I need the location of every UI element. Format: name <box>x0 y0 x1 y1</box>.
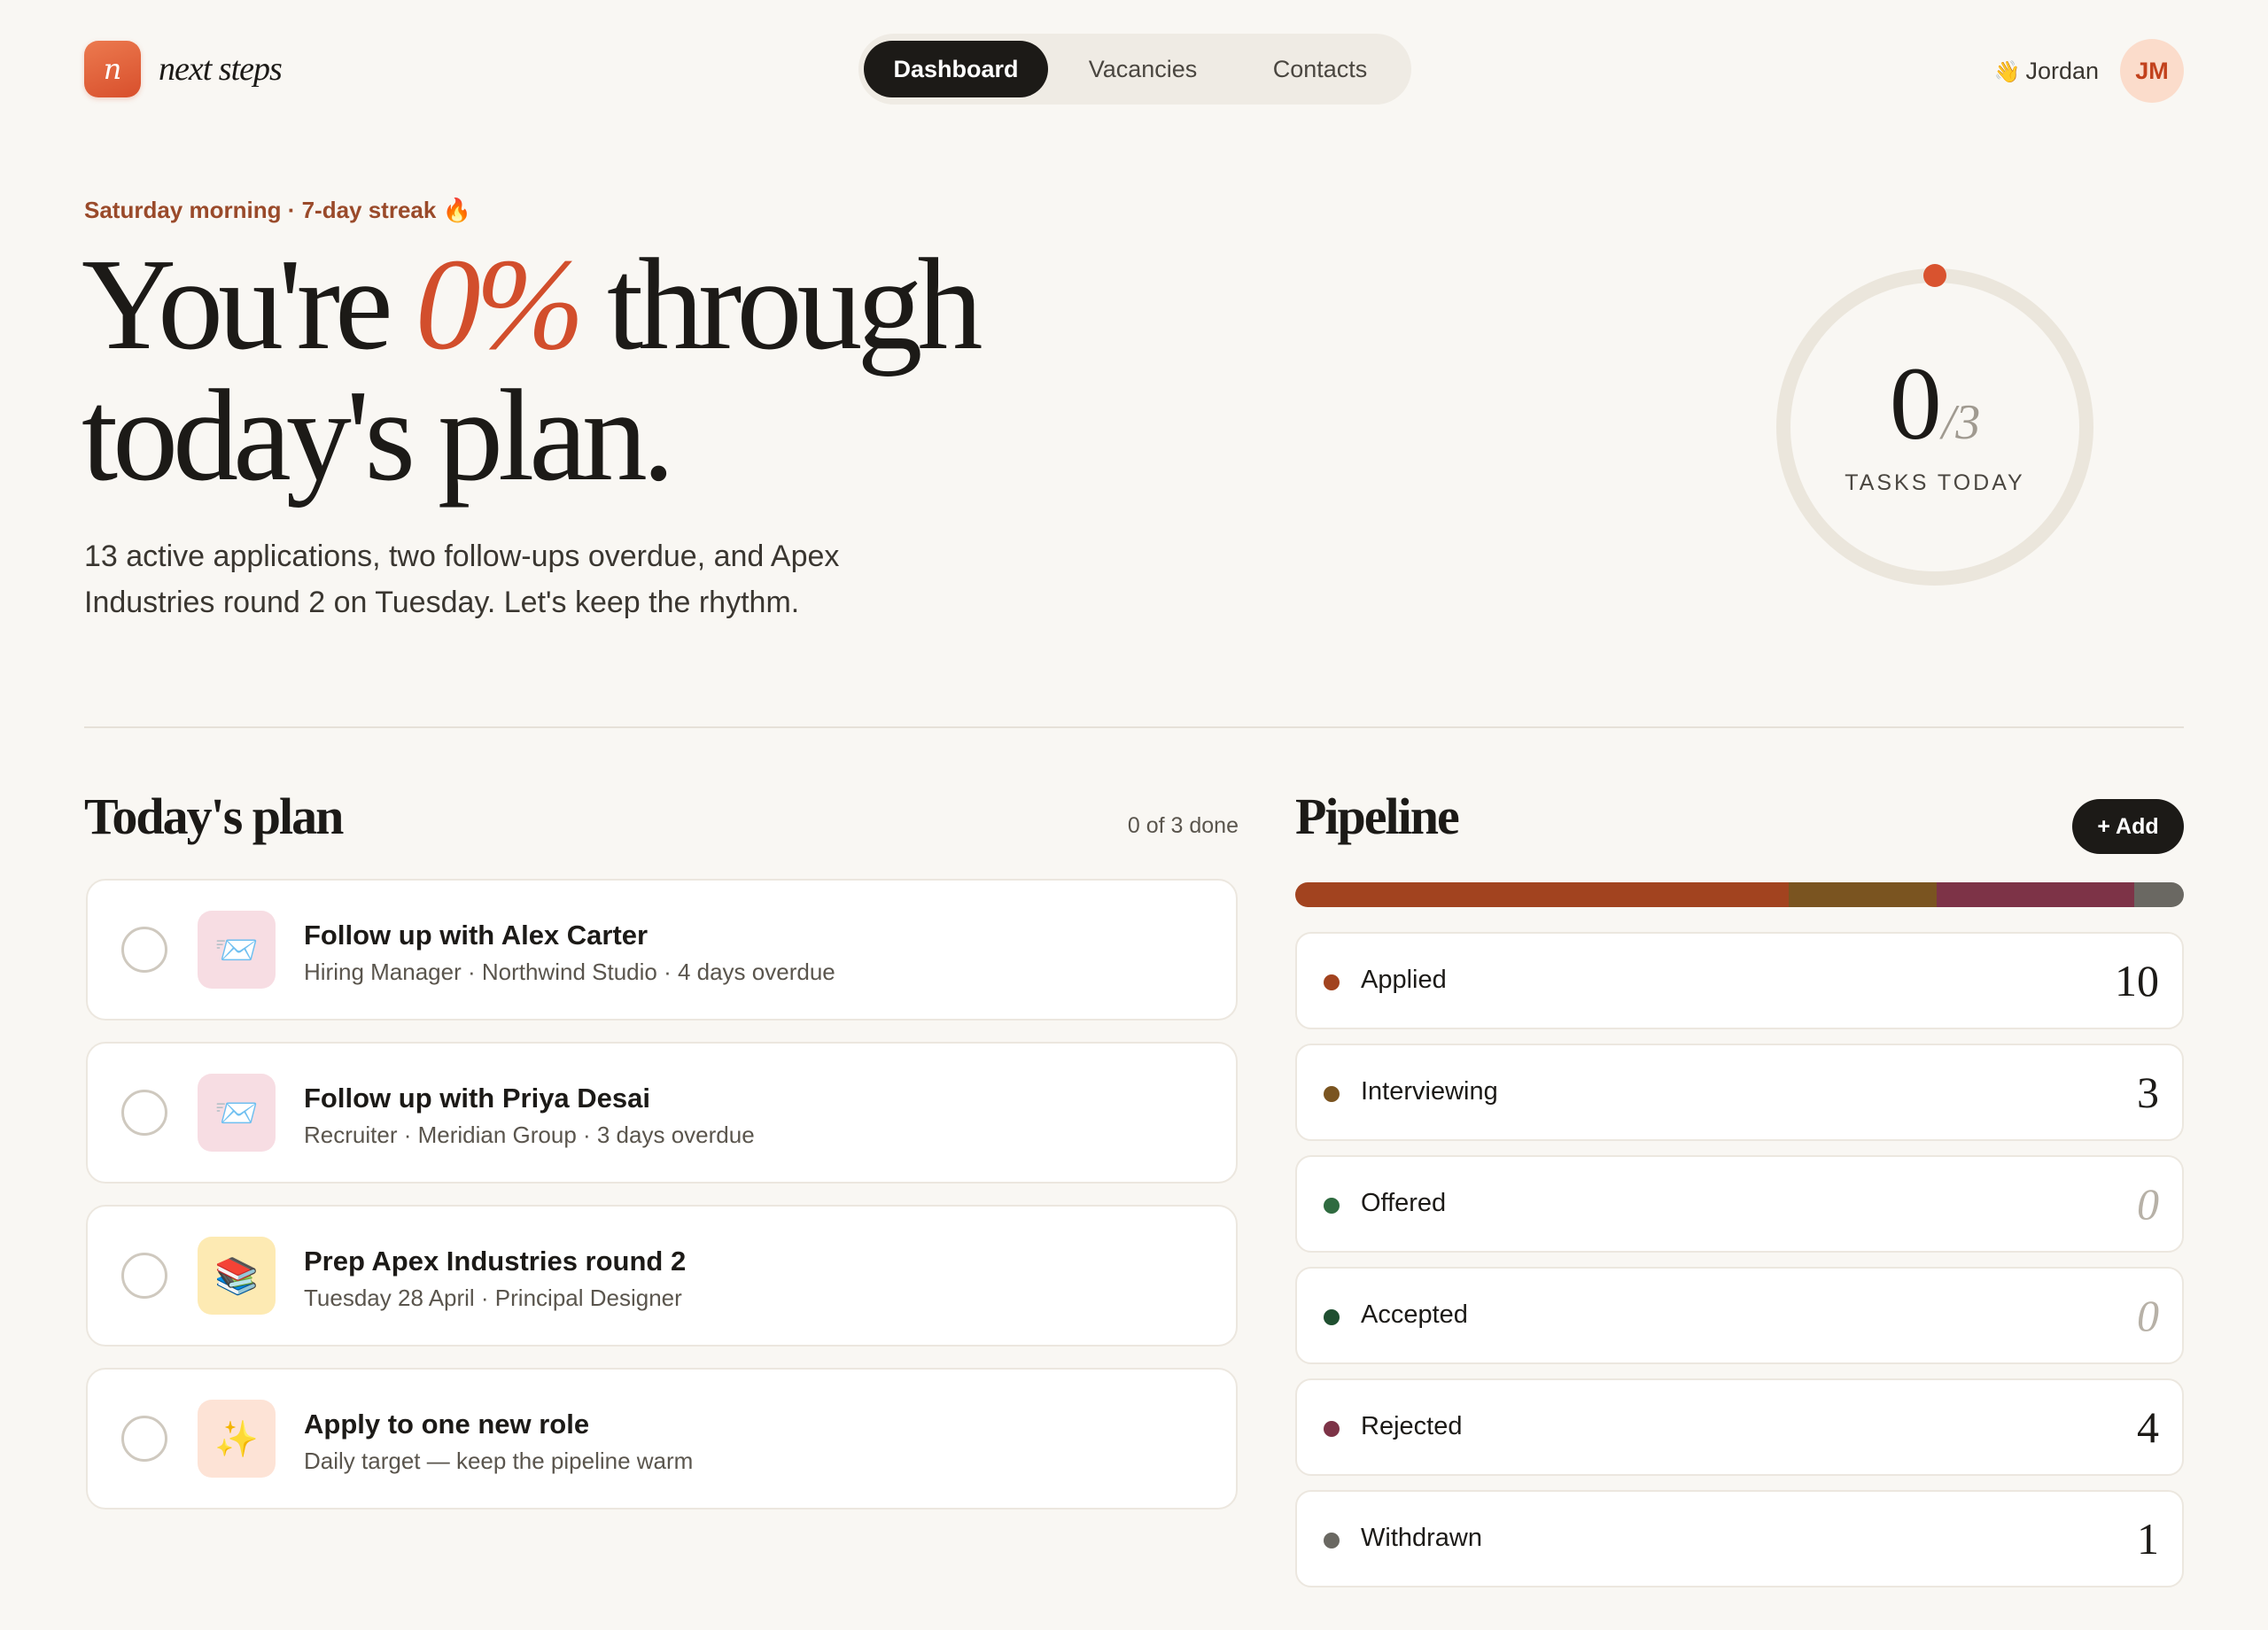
stage-count: 3 <box>2137 1067 2159 1117</box>
tasks-done-count: 0 <box>1889 345 1942 462</box>
stage-row-accepted[interactable]: Accepted 0 <box>1295 1267 2184 1364</box>
avatar[interactable]: JM <box>2120 39 2184 103</box>
stage-name: Accepted <box>1361 1300 1468 1329</box>
pipeline-distribution-bar <box>1295 882 2184 907</box>
tasks-label: TASKS TODAY <box>1845 470 2025 495</box>
pipeline-bar-segment-interviewing <box>1789 882 1938 907</box>
section-divider <box>84 726 2184 728</box>
task-card[interactable]: 📨 Follow up with Priya Desai Recruiter ·… <box>86 1042 1238 1184</box>
task-title: Follow up with Alex Carter <box>304 920 649 951</box>
stage-row-withdrawn[interactable]: Withdrawn 1 <box>1295 1490 2184 1587</box>
tasks-progress-ring: 0/3 TASKS TODAY <box>1771 263 2099 591</box>
dashboard-page: n next steps Dashboard Vacancies Contact… <box>0 0 2268 1630</box>
tasks-count: 0/3 <box>1771 352 2099 456</box>
stage-color-dot <box>1324 974 1340 990</box>
stage-row-rejected[interactable]: Rejected 4 <box>1295 1378 2184 1476</box>
headline-percent: 0% <box>415 232 585 377</box>
stage-row-offered[interactable]: Offered 0 <box>1295 1155 2184 1253</box>
stage-count: 1 <box>2137 1514 2159 1564</box>
stage-row-interviewing[interactable]: Interviewing 3 <box>1295 1044 2184 1141</box>
logo-mark-icon: n <box>84 41 141 97</box>
tab-dashboard[interactable]: Dashboard <box>864 41 1048 97</box>
task-text: Prep Apex Industries round 2 Tuesday 28 … <box>304 1246 686 1312</box>
task-list: 📨 Follow up with Alex Carter Hiring Mana… <box>86 879 1238 1531</box>
stage-name: Applied <box>1361 966 1447 994</box>
waving-hand-icon: 👋 <box>1993 59 2021 84</box>
task-text: Follow up with Priya Desai Recruiter · M… <box>304 1083 755 1149</box>
pipeline-bar-segment-applied <box>1295 882 1790 907</box>
add-application-button[interactable]: + Add <box>2072 799 2184 854</box>
task-subtitle: Hiring Manager · Northwind Studio · 4 da… <box>304 959 835 985</box>
task-checkbox[interactable] <box>121 1090 167 1136</box>
ring-progress-dot <box>1923 264 1946 287</box>
task-text: Apply to one new role Daily target — kee… <box>304 1409 693 1475</box>
task-title: Follow up with Priya Desai <box>304 1083 651 1114</box>
task-subtitle: Recruiter · Meridian Group · 3 days over… <box>304 1122 755 1148</box>
stage-color-dot <box>1324 1421 1340 1437</box>
hero-summary: 13 active applications, two follow-ups o… <box>84 539 840 619</box>
pipeline-title: Pipeline <box>1295 788 1460 845</box>
task-subtitle: Tuesday 28 April · Principal Designer <box>304 1285 682 1311</box>
stage-color-dot <box>1324 1533 1340 1548</box>
task-title: Prep Apex Industries round 2 <box>304 1246 687 1277</box>
envelope-icon: 📨 <box>198 1074 276 1152</box>
brand-logo[interactable]: n next steps <box>84 41 283 97</box>
greeting-eyebrow: Saturday morning · 7-day streak 🔥 <box>84 197 471 223</box>
stage-name: Withdrawn <box>1361 1524 1482 1552</box>
pipeline-bar-segment-withdrawn <box>2134 882 2184 907</box>
task-text: Follow up with Alex Carter Hiring Manage… <box>304 920 835 986</box>
task-title: Apply to one new role <box>304 1409 590 1440</box>
headline-prefix: You're <box>82 232 416 377</box>
stage-count: 10 <box>2115 956 2159 1005</box>
task-checkbox[interactable] <box>121 927 167 973</box>
user-greeting: 👋 Jordan <box>1994 58 2099 85</box>
brand-name: next steps <box>159 50 283 88</box>
stage-name: Interviewing <box>1361 1077 1498 1106</box>
stage-color-dot <box>1324 1198 1340 1214</box>
stage-count: 0 <box>2137 1291 2159 1340</box>
stage-count: 0 <box>2137 1179 2159 1229</box>
tab-vacancies[interactable]: Vacancies <box>1048 41 1238 97</box>
user-name: Jordan <box>2025 57 2099 84</box>
main-nav: Dashboard Vacancies Contacts <box>858 34 1411 105</box>
tab-contacts[interactable]: Contacts <box>1238 41 1402 97</box>
page-title: You're 0% through today's plan. <box>82 239 1056 501</box>
books-icon: 📚 <box>198 1237 276 1315</box>
task-checkbox[interactable] <box>121 1416 167 1462</box>
envelope-icon: 📨 <box>198 911 276 989</box>
user-menu[interactable]: 👋 Jordan JM <box>1994 39 2184 103</box>
pipeline-stage-list: Applied 10 Interviewing 3 Offered 0 Acce… <box>1295 932 2184 1602</box>
task-card[interactable]: ✨ Apply to one new role Daily target — k… <box>86 1368 1238 1510</box>
plan-title: Today's plan <box>84 788 344 845</box>
stage-color-dot <box>1324 1086 1340 1102</box>
stage-name: Offered <box>1361 1189 1447 1217</box>
tasks-total-count: /3 <box>1941 395 1981 450</box>
stage-row-applied[interactable]: Applied 10 <box>1295 932 2184 1029</box>
plan-done-count: 0 of 3 done <box>1127 813 1239 838</box>
task-card[interactable]: 📨 Follow up with Alex Carter Hiring Mana… <box>86 879 1238 1021</box>
pipeline-bar-segment-rejected <box>1937 882 2135 907</box>
task-checkbox[interactable] <box>121 1253 167 1299</box>
task-card[interactable]: 📚 Prep Apex Industries round 2 Tuesday 2… <box>86 1205 1238 1347</box>
stage-color-dot <box>1324 1309 1340 1325</box>
sparkles-icon: ✨ <box>198 1400 276 1478</box>
stage-count: 4 <box>2137 1402 2159 1452</box>
stage-name: Rejected <box>1361 1412 1463 1440</box>
task-subtitle: Daily target — keep the pipeline warm <box>304 1448 694 1474</box>
